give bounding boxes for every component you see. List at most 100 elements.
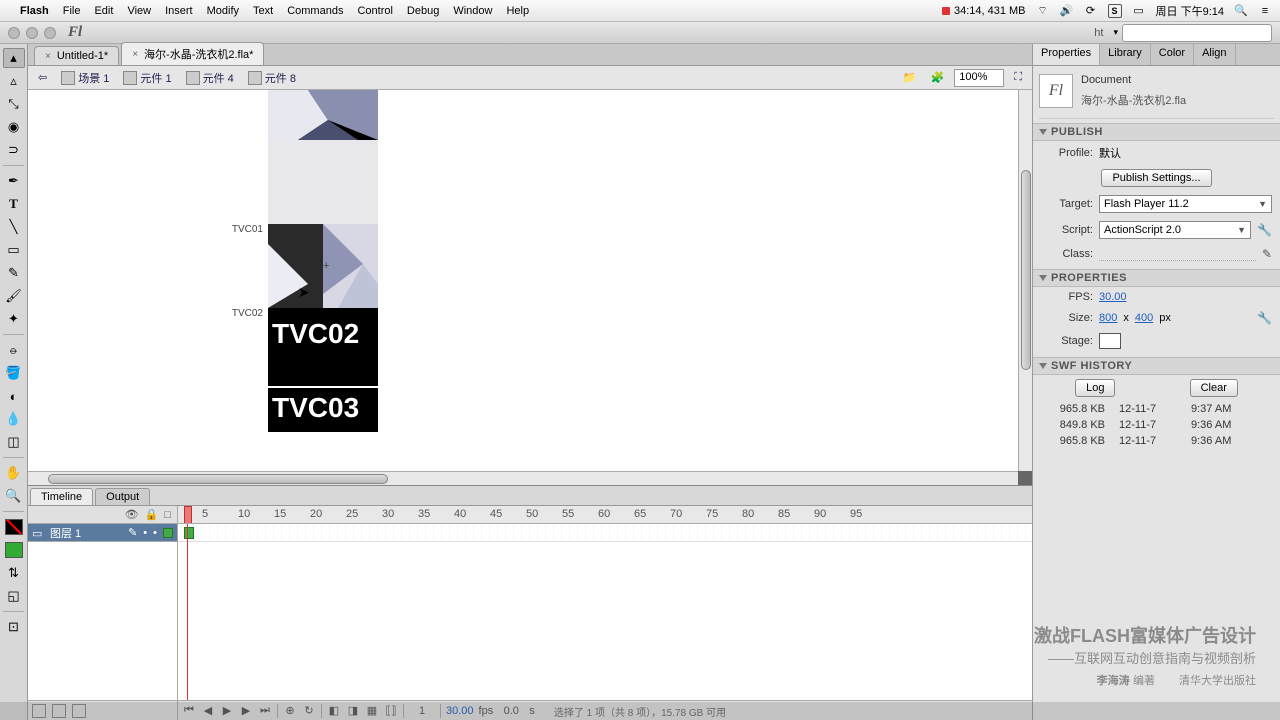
selection-tool-icon[interactable]: ▴	[3, 48, 25, 68]
spotlight-icon[interactable]: 🔍	[1234, 4, 1248, 18]
menu-text[interactable]: Text	[253, 5, 273, 17]
menu-help[interactable]: Help	[506, 5, 529, 17]
outline-icon[interactable]: □	[164, 509, 171, 521]
clock[interactable]: 周日 下午9:14	[1156, 3, 1224, 19]
clear-button[interactable]: Clear	[1190, 379, 1238, 397]
tab-haier[interactable]: ×海尔-水晶-洗衣机2.fla*	[121, 42, 264, 65]
frame-row[interactable]	[178, 524, 1032, 542]
hand-tool-icon[interactable]: ✋	[3, 463, 25, 483]
pen-tool-icon[interactable]: ✒	[3, 171, 25, 191]
eye-icon[interactable]: 👁	[125, 508, 139, 521]
class-field[interactable]	[1099, 247, 1256, 261]
tab-timeline[interactable]: Timeline	[30, 488, 93, 505]
3d-rotate-tool-icon[interactable]: ◉	[3, 117, 25, 137]
battery-icon[interactable]: ▭	[1132, 4, 1146, 18]
menu-window[interactable]: Window	[453, 5, 492, 17]
zoom-input[interactable]: 100%	[954, 69, 1004, 87]
wifi-icon[interactable]: ⌔	[1036, 4, 1050, 18]
notif-icon[interactable]: ≡	[1258, 4, 1272, 18]
swap-colors-icon[interactable]: ⇅	[3, 563, 25, 583]
width-field[interactable]: 800	[1099, 312, 1117, 324]
workspace-label[interactable]: ht	[1094, 27, 1103, 39]
target-select[interactable]: Flash Player 11.2▼	[1099, 195, 1272, 213]
symbol8-crumb[interactable]: 元件 8	[244, 69, 300, 87]
tab-align[interactable]: Align	[1194, 44, 1235, 65]
menu-modify[interactable]: Modify	[207, 5, 239, 17]
ink-tool-icon[interactable]: ◐	[3, 386, 25, 406]
snap-icon[interactable]: ⊡	[3, 617, 25, 637]
symbol1-crumb[interactable]: 元件 1	[119, 69, 175, 87]
ruler-tick: 65	[634, 508, 646, 520]
volume-icon[interactable]: 🔊	[1060, 4, 1074, 18]
height-field[interactable]: 400	[1135, 312, 1153, 324]
close-icon[interactable]: ×	[132, 49, 138, 60]
gear-icon[interactable]: 🔧	[1257, 223, 1272, 237]
flash-logo-icon: Fl	[68, 24, 82, 41]
edit-symbol-icon[interactable]: 🧩	[927, 70, 949, 85]
fps-field[interactable]: 30.00	[1099, 291, 1127, 303]
symbol4-crumb[interactable]: 元件 4	[182, 69, 238, 87]
script-select[interactable]: ActionScript 2.0▼	[1099, 221, 1251, 239]
menu-commands[interactable]: Commands	[287, 5, 343, 17]
brush-tool-icon[interactable]: 🖌	[3, 286, 25, 306]
tvc02-text[interactable]: TVC02	[268, 308, 378, 360]
menu-insert[interactable]: Insert	[165, 5, 193, 17]
tab-properties[interactable]: Properties	[1033, 44, 1100, 65]
frame-ruler[interactable]: 5101520253035404550556065707580859095	[178, 506, 1032, 524]
tab-untitled[interactable]: ×Untitled-1*	[34, 46, 119, 65]
tvc03-text[interactable]: TVC03	[268, 388, 378, 432]
line-tool-icon[interactable]: ╲	[3, 217, 25, 237]
deco-tool-icon[interactable]: ✦	[3, 309, 25, 329]
menu-file[interactable]: File	[63, 5, 81, 17]
transform-tool-icon[interactable]: ⤡	[3, 94, 25, 114]
close-icon[interactable]: ×	[45, 51, 51, 62]
layer-outline-swatch[interactable]	[163, 528, 173, 538]
eyedropper-tool-icon[interactable]: 💧	[3, 409, 25, 429]
workspace-dd-icon[interactable]: ▾	[1113, 27, 1118, 38]
stage-color-swatch[interactable]	[1099, 333, 1121, 349]
publish-settings-button[interactable]: Publish Settings...	[1101, 169, 1211, 187]
layer-row[interactable]: ▭ 图层 1 ✎ ••	[28, 524, 177, 542]
zoom-tool-icon[interactable]: 🔍	[3, 486, 25, 506]
app-name[interactable]: Flash	[20, 5, 49, 17]
tab-output[interactable]: Output	[95, 488, 150, 505]
edit-scene-icon[interactable]: 📁	[899, 70, 921, 85]
publish-section[interactable]: PUBLISH	[1033, 123, 1280, 141]
scene-crumb[interactable]: 场景 1	[57, 69, 113, 87]
bucket-tool-icon[interactable]: 🪣	[3, 363, 25, 383]
text-tool-icon[interactable]: T	[3, 194, 25, 214]
menu-edit[interactable]: Edit	[94, 5, 113, 17]
default-colors-icon[interactable]: ◱	[3, 586, 25, 606]
menu-debug[interactable]: Debug	[407, 5, 439, 17]
lock-icon[interactable]: 🔒	[145, 508, 159, 521]
bone-tool-icon[interactable]: ⦵	[3, 340, 25, 360]
h-scrollbar[interactable]	[28, 471, 1018, 485]
keyframe-icon[interactable]	[184, 527, 194, 539]
help-search-input[interactable]	[1122, 24, 1272, 42]
log-button[interactable]: Log	[1075, 379, 1115, 397]
zoom-fit-icon[interactable]: ⛶	[1010, 70, 1026, 85]
menu-view[interactable]: View	[127, 5, 151, 17]
traffic-lights[interactable]	[8, 27, 56, 39]
swf-history-section[interactable]: SWF HISTORY	[1033, 357, 1280, 375]
subselection-tool-icon[interactable]: ▵	[3, 71, 25, 91]
s-icon[interactable]: S	[1108, 4, 1122, 18]
frames-area[interactable]	[178, 524, 1032, 700]
fill-swatch[interactable]	[3, 540, 25, 560]
eraser-tool-icon[interactable]: ◫	[3, 432, 25, 452]
rect-tool-icon[interactable]: ▭	[3, 240, 25, 260]
v-scrollbar[interactable]	[1018, 90, 1032, 471]
pencil-icon[interactable]: ✎	[1262, 247, 1272, 261]
sync-icon[interactable]: ⟳	[1084, 4, 1098, 18]
pencil-tool-icon[interactable]: ✎	[3, 263, 25, 283]
stroke-swatch[interactable]	[3, 517, 25, 537]
tab-color[interactable]: Color	[1151, 44, 1194, 65]
playhead-marker-icon[interactable]	[184, 506, 192, 524]
lasso-tool-icon[interactable]: ⊃	[3, 140, 25, 160]
stage-canvas[interactable]: TVC01 + ➤ TVC02 TV	[28, 90, 1018, 471]
back-button[interactable]: ⇦	[34, 70, 51, 85]
properties-section[interactable]: PROPERTIES	[1033, 269, 1280, 287]
menu-control[interactable]: Control	[357, 5, 392, 17]
gear-icon[interactable]: 🔧	[1257, 311, 1272, 325]
tab-library[interactable]: Library	[1100, 44, 1151, 65]
